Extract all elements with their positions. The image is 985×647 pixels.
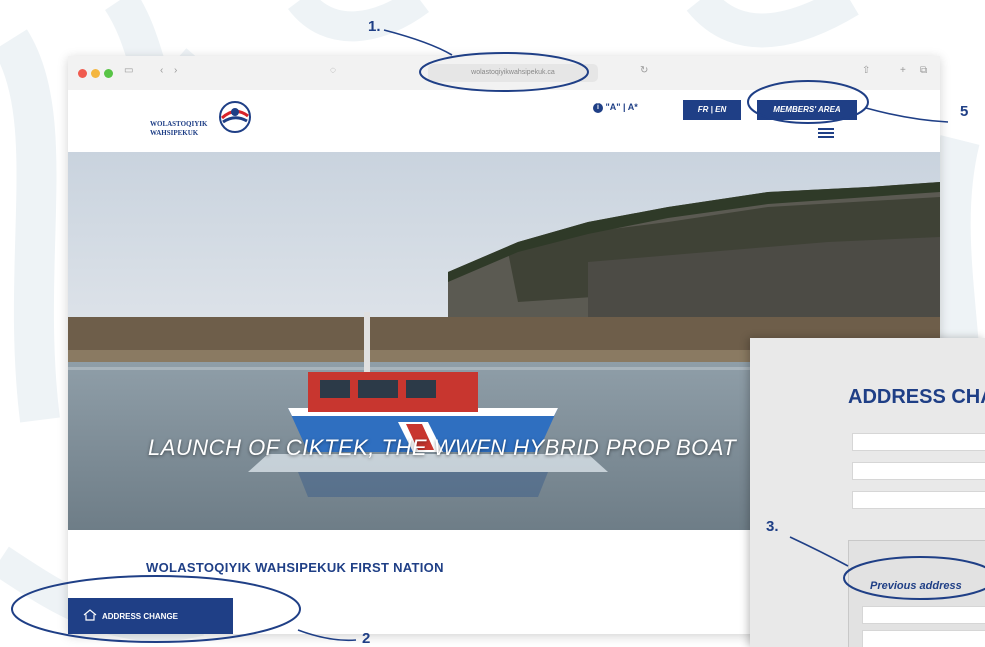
new-tab-icon[interactable]: + bbox=[900, 65, 906, 76]
site-header: WOLASTOQIYIK WAHSIPEKUK i "A" | A* FR | … bbox=[68, 90, 940, 152]
shield-icon[interactable]: ◌ bbox=[330, 65, 336, 76]
previous-address-label: Previous address bbox=[870, 580, 962, 592]
members-area-button[interactable]: MEMBERS' AREA bbox=[757, 100, 857, 120]
close-window-button[interactable] bbox=[78, 69, 87, 78]
site-logo-text[interactable]: WOLASTOQIYIK WAHSIPEKUK bbox=[150, 120, 207, 138]
tabs-overview-icon[interactable]: ⧉ bbox=[920, 65, 927, 76]
logo-line-2: WAHSIPEKUK bbox=[150, 129, 199, 137]
hamburger-menu-icon[interactable] bbox=[818, 128, 834, 138]
previous-address-field-2[interactable] bbox=[862, 630, 985, 647]
annotation-number-5: 5 bbox=[960, 103, 969, 120]
logo-line-1: WOLASTOQIYIK bbox=[150, 120, 208, 128]
address-bar[interactable]: wolastoqiyikwahsipekuk.ca bbox=[428, 64, 598, 82]
nation-title: WOLASTOQIYIK WAHSIPEKUK FIRST NATION bbox=[146, 560, 444, 575]
hero-title[interactable]: LAUNCH OF CIKTEK, THE WWFN HYBRID PROP B… bbox=[148, 434, 768, 462]
address-change-form-panel: ADDRESS CHANGE Previous address bbox=[750, 338, 985, 647]
annotation-number-1: 1. bbox=[368, 18, 381, 35]
font-size-toggle[interactable]: "A" | A* bbox=[606, 102, 638, 112]
previous-address-field-1[interactable] bbox=[862, 606, 985, 624]
form-field-3[interactable] bbox=[852, 491, 985, 509]
browser-toolbar: ▭ ‹ › ◌ wolastoqiyikwahsipekuk.ca ↻ ⇧ + … bbox=[68, 56, 940, 91]
form-title: ADDRESS CHANGE bbox=[848, 386, 985, 408]
address-change-label: ADDRESS CHANGE bbox=[102, 612, 179, 621]
language-switch[interactable]: FR | EN bbox=[683, 100, 741, 120]
sidebar-icon[interactable]: ▭ bbox=[124, 65, 133, 76]
site-logo-emblem[interactable] bbox=[218, 100, 252, 134]
annotation-number-3: 3. bbox=[766, 518, 779, 535]
form-field-1[interactable] bbox=[852, 433, 985, 451]
minimize-window-button[interactable] bbox=[91, 69, 100, 78]
forward-icon[interactable]: › bbox=[174, 65, 177, 76]
back-icon[interactable]: ‹ bbox=[160, 65, 163, 76]
accessibility-controls[interactable]: i "A" | A* bbox=[593, 102, 638, 113]
home-icon bbox=[83, 609, 97, 621]
info-icon[interactable]: i bbox=[593, 102, 603, 113]
address-change-button[interactable]: ADDRESS CHANGE bbox=[68, 598, 233, 634]
maximize-window-button[interactable] bbox=[104, 69, 113, 78]
form-field-2[interactable] bbox=[852, 462, 985, 480]
share-icon[interactable]: ⇧ bbox=[862, 65, 870, 76]
reload-icon[interactable]: ↻ bbox=[640, 65, 648, 76]
annotation-number-2: 2 bbox=[362, 630, 371, 647]
